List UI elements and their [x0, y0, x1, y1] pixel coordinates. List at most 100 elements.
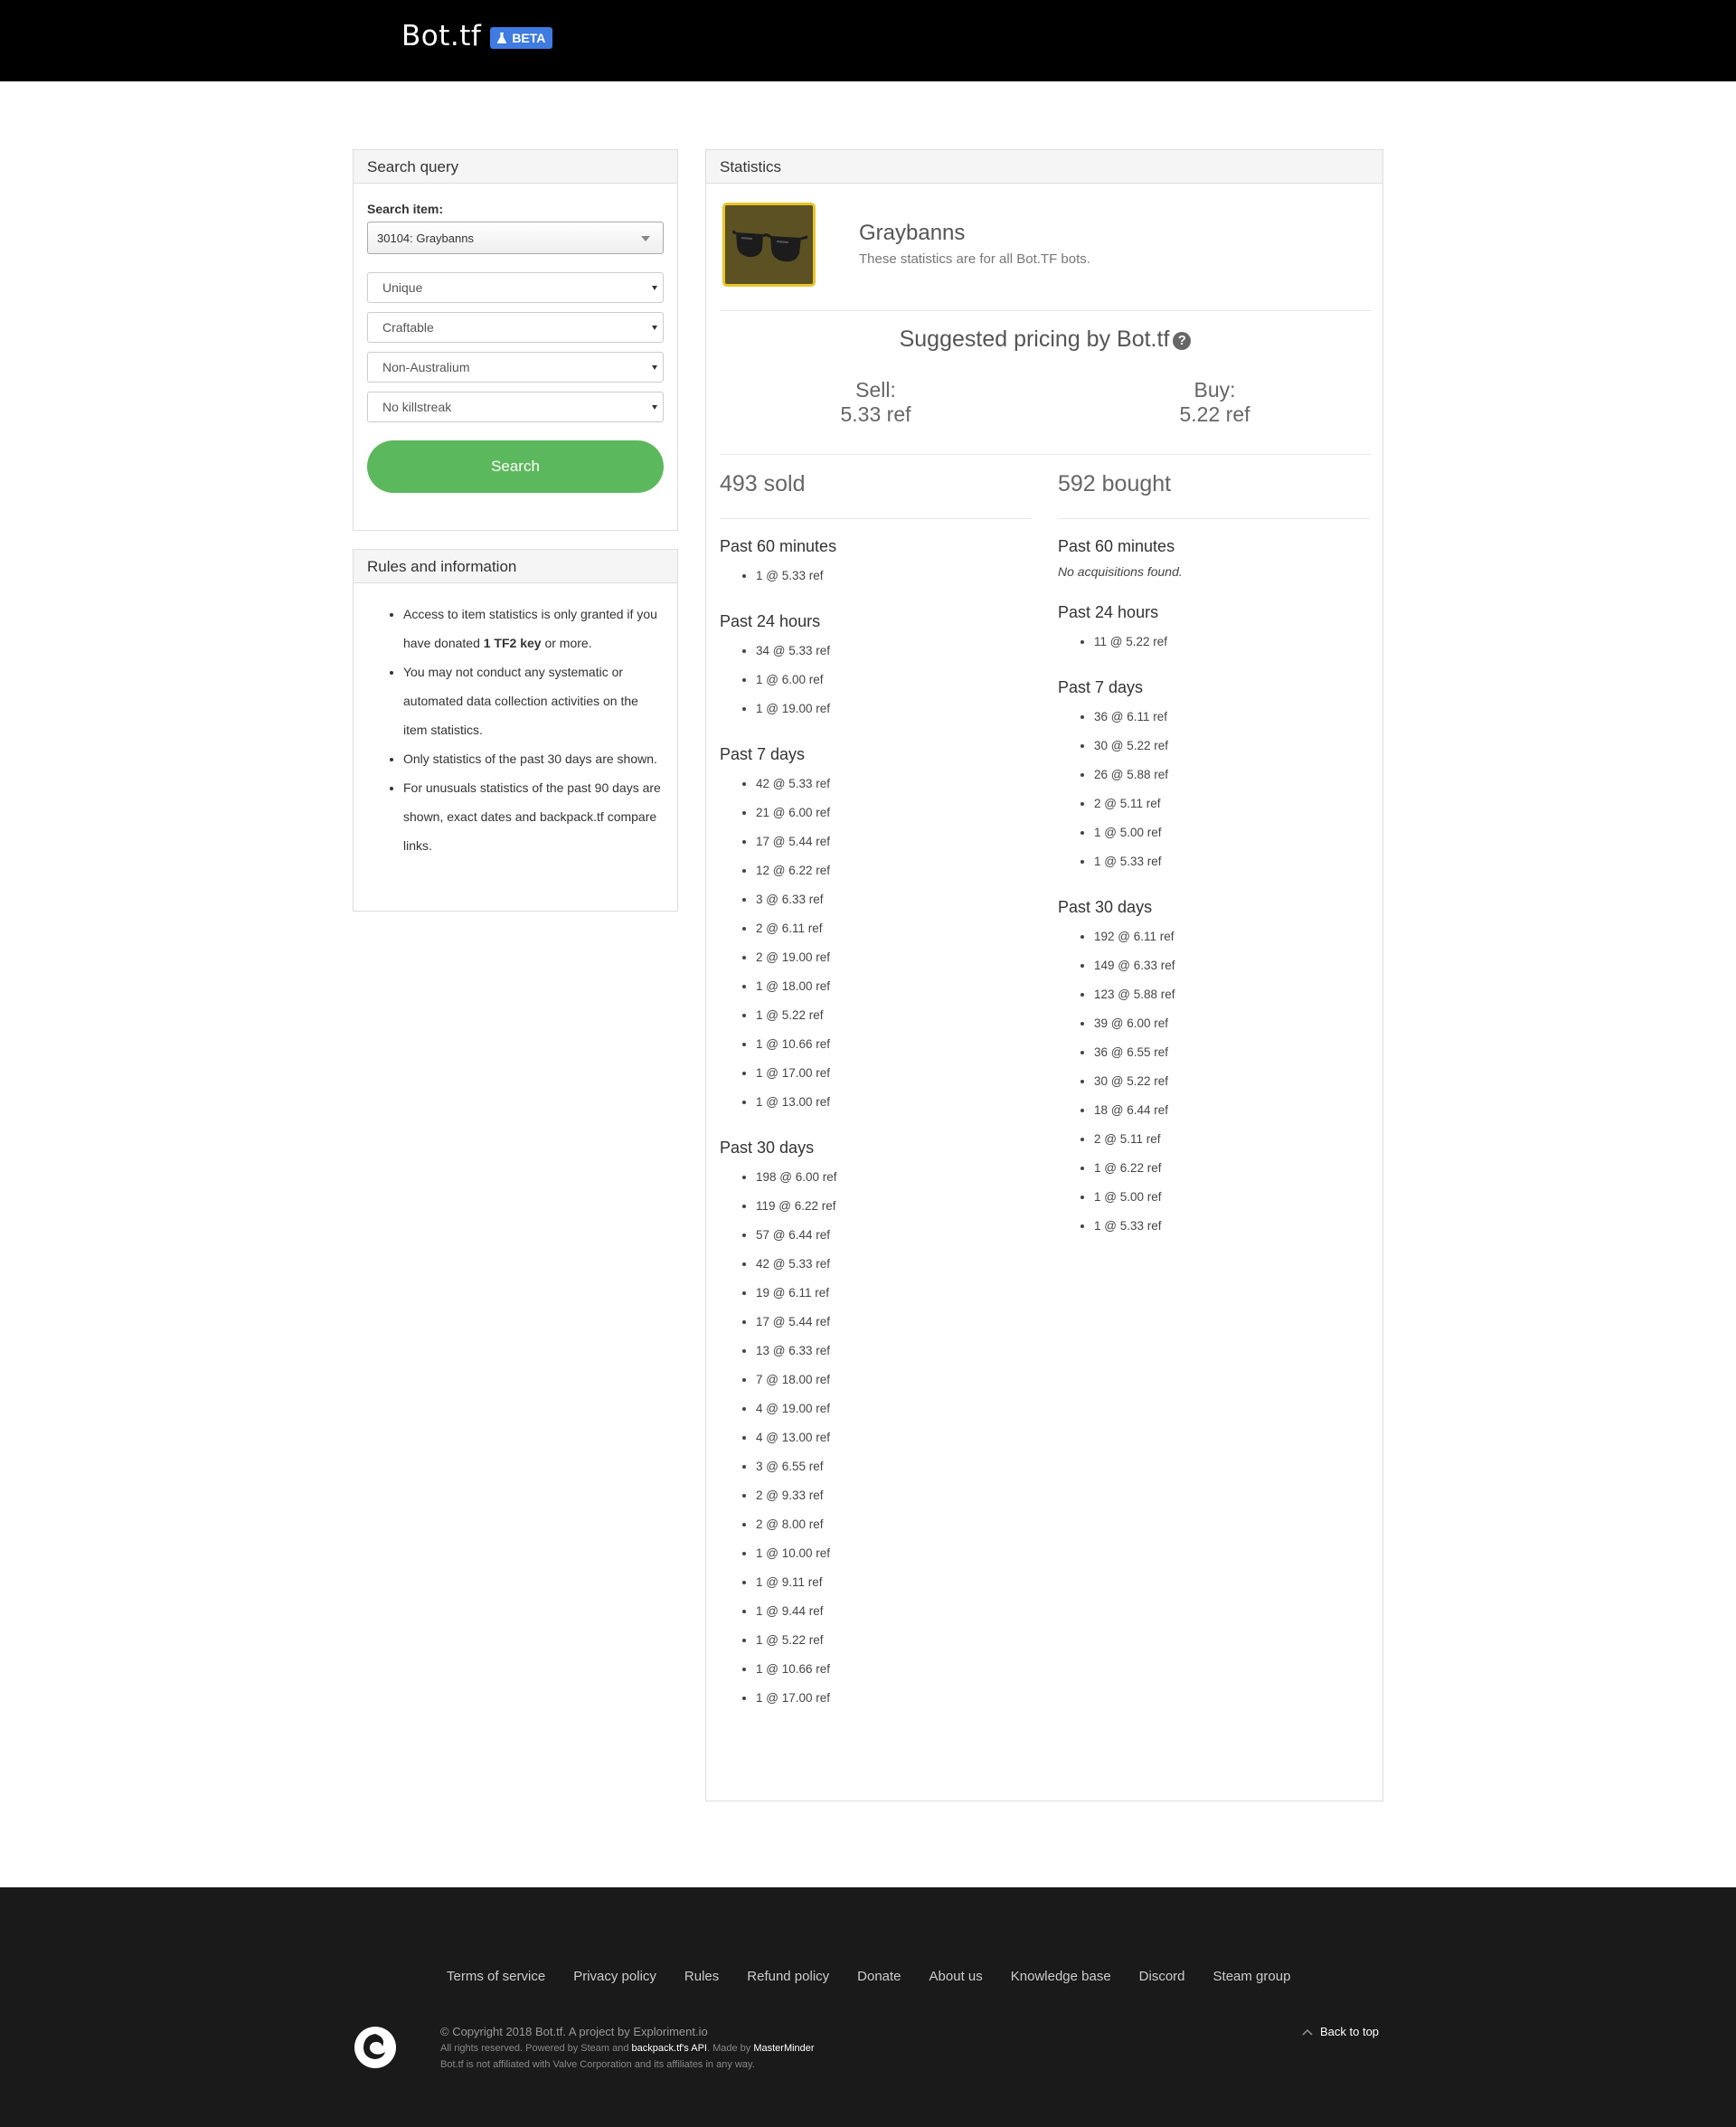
footer-link-steam-group[interactable]: Steam group [1213, 1969, 1291, 1984]
quality-select[interactable]: Unique [367, 272, 664, 303]
sold-total: 493 sold [720, 471, 806, 496]
brand-logo-text[interactable]: Bot.tf [401, 20, 481, 52]
rules-panel: Rules and information Access to item sta… [353, 549, 678, 912]
list-item: 2 @ 8.00 ref [756, 1510, 1032, 1539]
list-item: 1 @ 5.00 ref [1094, 1183, 1370, 1212]
footer-link-discord[interactable]: Discord [1139, 1969, 1185, 1984]
list-item: 42 @ 5.33 ref [756, 1250, 1032, 1279]
list-item: 36 @ 6.55 ref [1094, 1038, 1370, 1067]
rights-text: All rights reserved. Powered by Steam an… [440, 2040, 815, 2056]
craftable-select[interactable]: Craftable [367, 312, 664, 343]
list-item: 1 @ 5.33 ref [1094, 1212, 1370, 1241]
list-item: 7 @ 18.00 ref [756, 1366, 1032, 1394]
period-title: Past 24 hours [720, 612, 821, 630]
brand[interactable]: Bot.tf BETA [401, 20, 553, 52]
list-item: 57 @ 6.44 ref [756, 1221, 1032, 1250]
list-item: 1 @ 5.33 ref [1094, 847, 1370, 876]
back-to-top-link[interactable]: Back to top [1302, 2025, 1379, 2038]
craftable-value: Craftable [382, 320, 434, 335]
list-item: 149 @ 6.33 ref [1094, 951, 1370, 980]
item-subtitle: These statistics are for all Bot.TF bots… [859, 251, 1090, 267]
footer-link-terms[interactable]: Terms of service [447, 1969, 545, 1984]
period-title: Past 60 minutes [720, 537, 837, 555]
list-item: 123 @ 5.88 ref [1094, 980, 1370, 1009]
search-button[interactable]: Search [367, 440, 664, 493]
suggested-pricing-label: Suggested pricing by Bot.tf [899, 326, 1170, 352]
stat-period: Past 60 minutes 1 @ 5.33 ref [720, 537, 1032, 591]
stat-period: Past 30 days 198 @ 6.00 ref119 @ 6.22 ref… [720, 1139, 1032, 1713]
rights-pre: All rights reserved. Powered by Steam an… [440, 2043, 632, 2054]
period-entries: 11 @ 5.22 ref [1058, 628, 1370, 657]
divider [1058, 518, 1370, 519]
footer-link-donate[interactable]: Donate [857, 1969, 901, 1984]
item-image [722, 203, 816, 287]
rights-mid: . Made by [706, 2043, 754, 2054]
quality-value: Unique [382, 280, 423, 295]
australium-select[interactable]: Non-Australium [367, 352, 664, 383]
statistics-panel: Statistics Graybanns These statistics ar… [705, 149, 1383, 1801]
beta-label: BETA [512, 31, 546, 45]
list-item: 34 @ 5.33 ref [756, 637, 1032, 666]
sell-label: Sell: [855, 378, 896, 402]
footer-link-rules[interactable]: Rules [684, 1969, 719, 1984]
caret-down-icon [652, 405, 657, 410]
list-item: 1 @ 5.33 ref [756, 562, 1032, 591]
list-item: 13 @ 6.33 ref [756, 1337, 1032, 1366]
footer-info: © Copyright 2018 Bot.tf. A project by Ex… [440, 2024, 815, 2073]
period-title: Past 24 hours [1058, 603, 1159, 621]
exploriment-logo[interactable] [353, 2025, 398, 2070]
list-item: 1 @ 9.11 ref [756, 1568, 1032, 1597]
footer-link-about[interactable]: About us [929, 1969, 983, 1984]
list-item: 119 @ 6.22 ref [756, 1192, 1032, 1221]
rule-text: or more. [541, 636, 592, 650]
list-item: 1 @ 5.22 ref [756, 1626, 1032, 1655]
list-item: 36 @ 6.11 ref [1094, 703, 1370, 732]
caret-down-icon [652, 365, 657, 370]
sold-periods: Past 60 minutes 1 @ 5.33 ref Past 24 hours… [720, 537, 1032, 1713]
rule-item: Access to item statistics is only grante… [403, 600, 664, 657]
list-item: 1 @ 17.00 ref [756, 1684, 1032, 1713]
buy-value: 5.22 ref [1179, 402, 1250, 426]
footer-link-knowledge-base[interactable]: Knowledge base [1011, 1969, 1111, 1984]
list-item: 1 @ 6.00 ref [756, 666, 1032, 695]
search-panel-title: Search query [354, 150, 677, 184]
period-title: Past 7 days [720, 745, 806, 763]
backpack-api-link[interactable]: backpack.tf's API [632, 2043, 707, 2054]
stat-period: Past 7 days 42 @ 5.33 ref21 @ 6.00 ref17 … [720, 745, 1032, 1117]
sell-price: Sell: 5.33 ref [706, 378, 1045, 427]
footer-link-refund[interactable]: Refund policy [747, 1969, 829, 1984]
buy-label: Buy: [1194, 378, 1236, 402]
list-item: 2 @ 19.00 ref [756, 943, 1032, 972]
period-title: Past 7 days [1058, 678, 1144, 696]
divider [720, 310, 1371, 311]
period-entries: 1 @ 5.33 ref [720, 562, 1032, 591]
search-panel: Search query Search item: 30104: Grayban… [353, 149, 678, 531]
list-item: 4 @ 19.00 ref [756, 1394, 1032, 1423]
killstreak-select[interactable]: No killstreak [367, 392, 664, 422]
list-item: 21 @ 6.00 ref [756, 799, 1032, 827]
main-content: Search query Search item: 30104: Grayban… [0, 81, 1736, 1887]
footer-link-privacy[interactable]: Privacy policy [573, 1969, 656, 1984]
stat-period: Past 30 days 192 @ 6.11 ref149 @ 6.33 ref… [1058, 898, 1370, 1241]
list-item: 2 @ 6.11 ref [756, 914, 1032, 943]
list-item: 1 @ 5.22 ref [756, 1001, 1032, 1030]
chevron-down-icon [641, 236, 650, 241]
list-item: 2 @ 5.11 ref [1094, 789, 1370, 818]
period-entries: 198 @ 6.00 ref119 @ 6.22 ref57 @ 6.44 re… [720, 1163, 1032, 1713]
search-item-select[interactable]: 30104: Graybanns [367, 222, 664, 254]
rule-item: You may not conduct any systematic or au… [403, 657, 664, 744]
author-link[interactable]: MasterMinder [753, 2043, 814, 2054]
list-item: 42 @ 5.33 ref [756, 770, 1032, 799]
flask-icon [497, 33, 507, 43]
question-circle-icon[interactable]: ? [1173, 332, 1192, 350]
buy-price: Buy: 5.22 ref [1045, 378, 1384, 427]
rule-item: For unusuals statistics of the past 90 d… [403, 773, 664, 860]
list-item: 26 @ 5.88 ref [1094, 761, 1370, 789]
footer-nav: Terms of service Privacy policy Rules Re… [447, 1969, 1318, 1984]
period-title: Past 30 days [1058, 898, 1153, 916]
stat-period: Past 24 hours 34 @ 5.33 ref1 @ 6.00 ref1 … [720, 612, 1032, 723]
list-item: 1 @ 13.00 ref [756, 1088, 1032, 1117]
copyright-text: © Copyright 2018 Bot.tf. A project by Ex… [440, 2025, 708, 2038]
list-item: 30 @ 5.22 ref [1094, 1067, 1370, 1096]
list-item: 1 @ 19.00 ref [756, 695, 1032, 723]
